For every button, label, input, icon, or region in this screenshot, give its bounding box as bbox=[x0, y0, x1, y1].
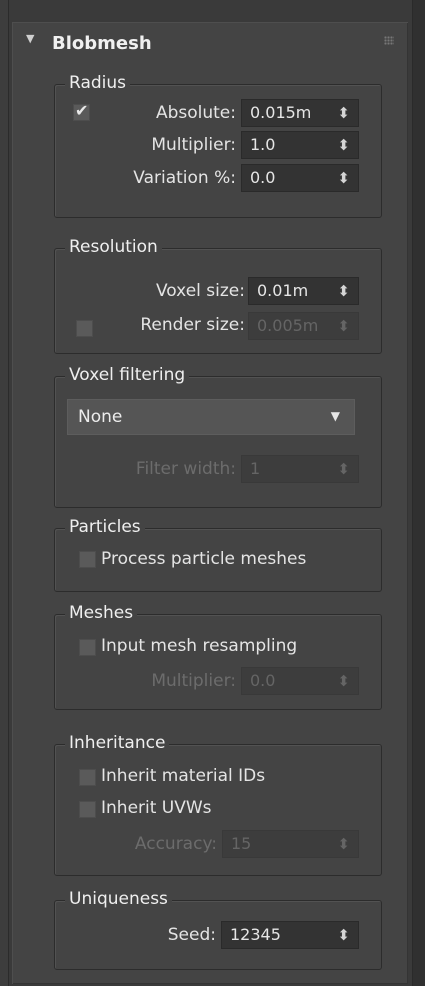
filter-width-label: Filter width: bbox=[135, 459, 236, 479]
absolute-spinner[interactable]: 0.015m ⬍ bbox=[241, 99, 359, 127]
voxel-size-spinner[interactable]: 0.01m ⬍ bbox=[248, 277, 359, 305]
meshes-multiplier-spinner[interactable]: 0.0 ⬍ bbox=[241, 667, 359, 695]
absolute-value[interactable]: 0.015m bbox=[250, 103, 311, 122]
multiplier-label: Multiplier: bbox=[151, 135, 236, 155]
meshes-group: Meshes Input mesh resampling Multiplier:… bbox=[54, 603, 382, 710]
spinner-arrows-icon[interactable]: ⬍ bbox=[337, 833, 350, 855]
spinner-arrows-icon[interactable]: ⬍ bbox=[337, 280, 350, 302]
inherit-uvws-checkbox[interactable] bbox=[79, 801, 96, 818]
radius-group: Radius ✔ Absolute: 0.015m ⬍ Multiplier: … bbox=[54, 73, 382, 218]
multiplier-spinner[interactable]: 1.0 ⬍ bbox=[241, 131, 359, 159]
particles-group: Particles Process particle meshes bbox=[54, 517, 382, 592]
filter-type-dropdown[interactable]: None ▼ bbox=[67, 399, 355, 435]
blobmesh-rollout: ▼ Blobmesh Radius ✔ Absolute: 0.015m ⬍ M… bbox=[12, 22, 408, 984]
spinner-arrows-icon[interactable]: ⬍ bbox=[337, 167, 350, 189]
process-particle-meshes-checkbox[interactable] bbox=[79, 551, 96, 568]
rollout-header[interactable]: ▼ Blobmesh bbox=[12, 22, 408, 62]
uniqueness-group: Uniqueness Seed: 12345 ⬍ bbox=[54, 889, 382, 970]
process-particle-meshes-label: Process particle meshes bbox=[101, 549, 307, 569]
seed-label: Seed: bbox=[167, 925, 216, 945]
rollout-title: Blobmesh bbox=[52, 33, 152, 54]
voxel-filtering-title: Voxel filtering bbox=[65, 365, 190, 385]
meshes-multiplier-label: Multiplier: bbox=[151, 671, 236, 691]
variation-value[interactable]: 0.0 bbox=[250, 168, 275, 187]
render-size-spinner[interactable]: 0.005m ⬍ bbox=[248, 312, 359, 340]
drag-grip-icon[interactable] bbox=[384, 36, 394, 45]
variation-spinner[interactable]: 0.0 ⬍ bbox=[241, 164, 359, 192]
seed-value[interactable]: 12345 bbox=[230, 925, 281, 944]
scrollbar-track[interactable] bbox=[412, 0, 425, 986]
resolution-group-title: Resolution bbox=[65, 237, 162, 257]
resolution-group: Resolution Voxel size: 0.01m ⬍ Render si… bbox=[54, 237, 382, 354]
inherit-uvws-label: Inherit UVWs bbox=[101, 798, 212, 818]
uniqueness-title: Uniqueness bbox=[65, 889, 172, 909]
panel-frame: ▼ Blobmesh Radius ✔ Absolute: 0.015m ⬍ M… bbox=[0, 0, 425, 986]
spinner-arrows-icon[interactable]: ⬍ bbox=[337, 924, 350, 946]
left-border bbox=[0, 0, 9, 986]
accuracy-value[interactable]: 15 bbox=[231, 834, 251, 853]
particles-title: Particles bbox=[65, 517, 145, 537]
inheritance-title: Inheritance bbox=[65, 733, 170, 753]
inheritance-group: Inheritance Inherit material IDs Inherit… bbox=[54, 733, 382, 876]
voxel-size-label: Voxel size: bbox=[155, 281, 245, 301]
inherit-material-ids-label: Inherit material IDs bbox=[101, 766, 266, 786]
input-mesh-resampling-label: Input mesh resampling bbox=[101, 636, 298, 656]
input-mesh-resampling-checkbox[interactable] bbox=[79, 639, 96, 656]
absolute-checkbox[interactable]: ✔ bbox=[73, 101, 90, 121]
seed-spinner[interactable]: 12345 ⬍ bbox=[221, 921, 359, 949]
spinner-arrows-icon[interactable]: ⬍ bbox=[337, 670, 350, 692]
collapse-arrow-icon[interactable]: ▼ bbox=[26, 32, 34, 45]
render-size-value[interactable]: 0.005m bbox=[257, 316, 318, 335]
render-size-checkbox[interactable] bbox=[76, 320, 93, 337]
absolute-label: Absolute: bbox=[155, 103, 236, 123]
filter-width-value[interactable]: 1 bbox=[250, 459, 260, 478]
spinner-arrows-icon[interactable]: ⬍ bbox=[337, 102, 350, 124]
accuracy-spinner[interactable]: 15 ⬍ bbox=[222, 830, 359, 858]
check-icon: ✔ bbox=[75, 101, 89, 120]
multiplier-value[interactable]: 1.0 bbox=[250, 135, 275, 154]
render-size-label: Render size: bbox=[140, 315, 245, 335]
voxel-size-value[interactable]: 0.01m bbox=[257, 281, 308, 300]
filter-width-spinner[interactable]: 1 ⬍ bbox=[241, 455, 359, 483]
variation-label: Variation %: bbox=[133, 168, 236, 188]
filter-type-value[interactable]: None bbox=[78, 407, 122, 427]
meshes-multiplier-value[interactable]: 0.0 bbox=[250, 671, 275, 690]
inherit-material-ids-checkbox[interactable] bbox=[79, 769, 96, 786]
spinner-arrows-icon[interactable]: ⬍ bbox=[337, 134, 350, 156]
spinner-arrows-icon[interactable]: ⬍ bbox=[337, 315, 350, 337]
voxel-filtering-group: Voxel filtering None ▼ Filter width: 1 ⬍ bbox=[54, 365, 382, 508]
chevron-down-icon[interactable]: ▼ bbox=[331, 409, 340, 423]
spinner-arrows-icon[interactable]: ⬍ bbox=[337, 458, 350, 480]
accuracy-label: Accuracy: bbox=[134, 834, 217, 854]
radius-group-title: Radius bbox=[65, 73, 131, 93]
meshes-title: Meshes bbox=[65, 603, 138, 623]
